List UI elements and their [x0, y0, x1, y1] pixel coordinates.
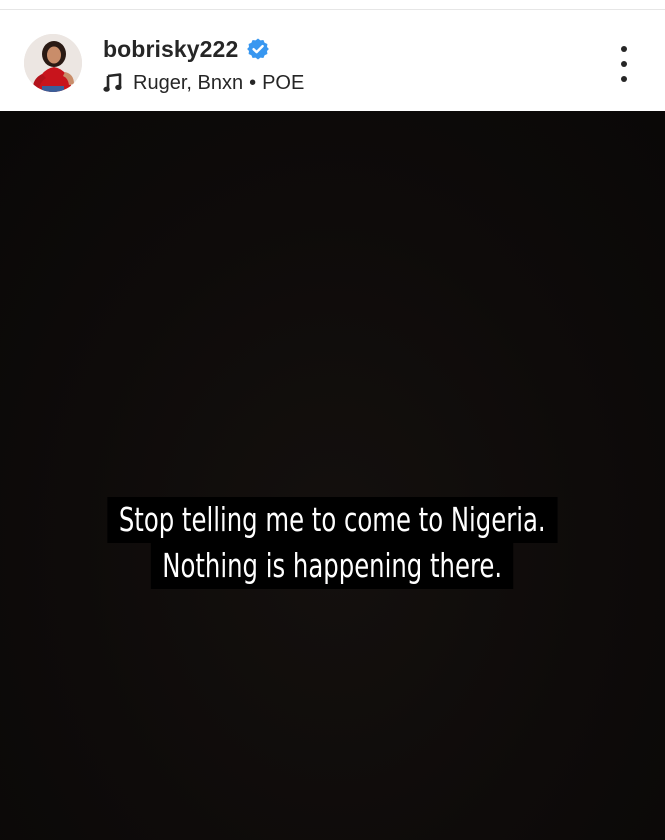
- username-row[interactable]: bobrisky222: [103, 34, 270, 64]
- story-header: bobrisky222 Ruger, Bnxn • POE: [0, 10, 665, 111]
- avatar[interactable]: [24, 34, 82, 92]
- caption-line: Stop telling me to come to Nigeria.: [107, 497, 558, 543]
- music-song: POE: [262, 71, 305, 94]
- music-info[interactable]: Ruger, Bnxn • POE: [103, 70, 304, 96]
- caption-line: Nothing is happening there.: [151, 543, 514, 589]
- more-options-icon: [621, 46, 627, 52]
- music-artists: Ruger, Bnxn: [133, 71, 244, 94]
- story-caption: Stop telling me to come to Nigeria. Noth…: [0, 497, 665, 589]
- music-note-icon: [103, 73, 123, 93]
- story-content[interactable]: Stop telling me to come to Nigeria. Noth…: [0, 111, 665, 840]
- username[interactable]: bobrisky222: [103, 36, 238, 63]
- profile-photo-icon: [24, 34, 82, 92]
- verified-badge-icon: [246, 37, 270, 61]
- music-separator: •: [249, 71, 257, 94]
- more-dot: [621, 76, 627, 82]
- more-dot: [621, 61, 627, 67]
- top-divider: [0, 0, 665, 10]
- more-options-button[interactable]: [608, 46, 640, 82]
